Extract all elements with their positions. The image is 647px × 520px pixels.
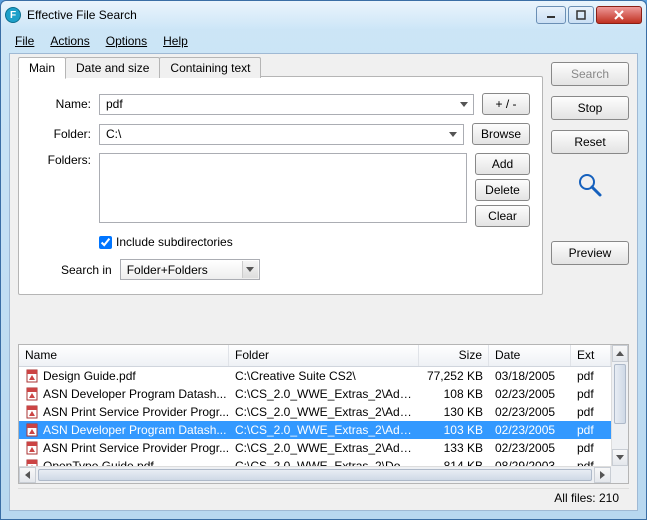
cell-ext: pdf	[571, 405, 611, 419]
results-header[interactable]: Name Folder Size Date Ext	[19, 345, 628, 367]
titlebar[interactable]: F Effective File Search	[1, 1, 646, 29]
folder-value: C:\	[106, 127, 121, 141]
table-row[interactable]: Design Guide.pdf C:\Creative Suite CS2\77…	[19, 367, 628, 385]
cell-date: 02/23/2005	[489, 423, 571, 437]
menu-file[interactable]: File	[7, 32, 42, 50]
cell-size: 130 KB	[419, 405, 489, 419]
folder-label: Folder:	[31, 127, 91, 141]
chevron-down-icon[interactable]	[242, 261, 258, 278]
cell-size: 133 KB	[419, 441, 489, 455]
cell-date: 02/23/2005	[489, 405, 571, 419]
cell-name: ASN Print Service Provider Progr...	[43, 441, 229, 455]
status-bar: All files: 210	[18, 488, 629, 506]
cell-name: ASN Developer Program Datash...	[43, 387, 226, 401]
col-size[interactable]: Size	[419, 345, 489, 366]
criteria-panel: Main Date and size Containing text Name:…	[18, 76, 543, 295]
pdf-icon	[25, 441, 39, 455]
close-button[interactable]	[596, 6, 642, 24]
cell-folder: C:\Creative Suite CS2\	[229, 369, 419, 383]
tab-date-size[interactable]: Date and size	[65, 57, 160, 78]
table-row[interactable]: ASN Print Service Provider Progr...C:\CS…	[19, 403, 628, 421]
vertical-scrollbar[interactable]	[611, 345, 628, 466]
searchin-label: Search in	[61, 263, 112, 277]
cell-size: 103 KB	[419, 423, 489, 437]
cell-folder: C:\CS_2.0_WWE_Extras_2\Ado...	[229, 405, 419, 419]
cell-name: Design Guide.pdf	[43, 369, 136, 383]
cell-date: 02/23/2005	[489, 387, 571, 401]
name-input[interactable]: pdf	[99, 94, 474, 115]
col-ext[interactable]: Ext	[571, 345, 611, 366]
menubar: File Actions Options Help	[1, 29, 646, 51]
clear-button[interactable]: Clear	[475, 205, 530, 227]
folders-label: Folders:	[31, 153, 91, 167]
cell-folder: C:\CS_2.0_WWE_Extras_2\Ado...	[229, 441, 419, 455]
include-subdirs-label: Include subdirectories	[116, 235, 233, 249]
pdf-icon	[25, 423, 39, 437]
cell-size: 108 KB	[419, 387, 489, 401]
chevron-down-icon[interactable]	[456, 97, 471, 112]
col-folder[interactable]: Folder	[229, 345, 419, 366]
table-row[interactable]: ASN Developer Program Datash...C:\CS_2.0…	[19, 421, 628, 439]
cell-date: 02/23/2005	[489, 441, 571, 455]
results-table: Name Folder Size Date Ext Design Guide.p…	[18, 344, 629, 484]
tab-main[interactable]: Main	[18, 57, 66, 79]
minimize-button[interactable]	[536, 6, 566, 24]
cell-name: ASN Print Service Provider Progr...	[43, 405, 229, 419]
scroll-up-icon[interactable]	[612, 345, 628, 362]
search-button[interactable]: Search	[551, 62, 629, 86]
scroll-right-icon[interactable]	[594, 467, 611, 483]
menu-actions[interactable]: Actions	[42, 32, 97, 50]
pdf-icon	[25, 405, 39, 419]
chevron-down-icon[interactable]	[446, 127, 461, 142]
pdf-icon	[25, 369, 39, 383]
table-row[interactable]: ASN Print Service Provider Progr...C:\CS…	[19, 439, 628, 457]
app-icon: F	[5, 7, 21, 23]
preview-button[interactable]: Preview	[551, 241, 629, 265]
col-date[interactable]: Date	[489, 345, 571, 366]
pdf-icon	[25, 387, 39, 401]
cell-name: ASN Developer Program Datash...	[43, 423, 226, 437]
scroll-corner	[611, 466, 628, 483]
searchin-select[interactable]: Folder+Folders	[120, 259, 260, 280]
cell-date: 03/18/2005	[489, 369, 571, 383]
tab-containing-text[interactable]: Containing text	[159, 57, 261, 78]
add-button[interactable]: Add	[475, 153, 530, 175]
cell-ext: pdf	[571, 369, 611, 383]
name-value: pdf	[106, 97, 123, 111]
maximize-button[interactable]	[568, 6, 594, 24]
table-row[interactable]: ASN Developer Program Datash...C:\CS_2.0…	[19, 385, 628, 403]
delete-button[interactable]: Delete	[475, 179, 530, 201]
scroll-thumb[interactable]	[38, 469, 592, 481]
horizontal-scrollbar[interactable]	[19, 466, 611, 483]
scroll-thumb[interactable]	[614, 364, 626, 424]
cell-folder: C:\CS_2.0_WWE_Extras_2\Ado...	[229, 387, 419, 401]
cell-ext: pdf	[571, 387, 611, 401]
reset-button[interactable]: Reset	[551, 130, 629, 154]
name-label: Name:	[31, 97, 91, 111]
folders-listbox[interactable]	[99, 153, 467, 223]
menu-options[interactable]: Options	[98, 32, 155, 50]
folder-input[interactable]: C:\	[99, 124, 464, 145]
menu-help[interactable]: Help	[155, 32, 196, 50]
window-title: Effective File Search	[27, 8, 536, 22]
col-name[interactable]: Name	[19, 345, 229, 366]
plus-minus-button[interactable]: + / -	[482, 93, 530, 115]
scroll-down-icon[interactable]	[612, 449, 628, 466]
stop-button[interactable]: Stop	[551, 96, 629, 120]
cell-ext: pdf	[571, 423, 611, 437]
cell-ext: pdf	[571, 441, 611, 455]
cell-folder: C:\CS_2.0_WWE_Extras_2\Ado...	[229, 423, 419, 437]
scroll-left-icon[interactable]	[19, 467, 36, 483]
searchin-value: Folder+Folders	[127, 263, 208, 277]
browse-button[interactable]: Browse	[472, 123, 530, 145]
include-subdirs-checkbox[interactable]	[99, 236, 112, 249]
cell-size: 77,252 KB	[419, 369, 489, 383]
magnify-icon	[577, 172, 603, 201]
status-text: All files: 210	[554, 491, 619, 505]
